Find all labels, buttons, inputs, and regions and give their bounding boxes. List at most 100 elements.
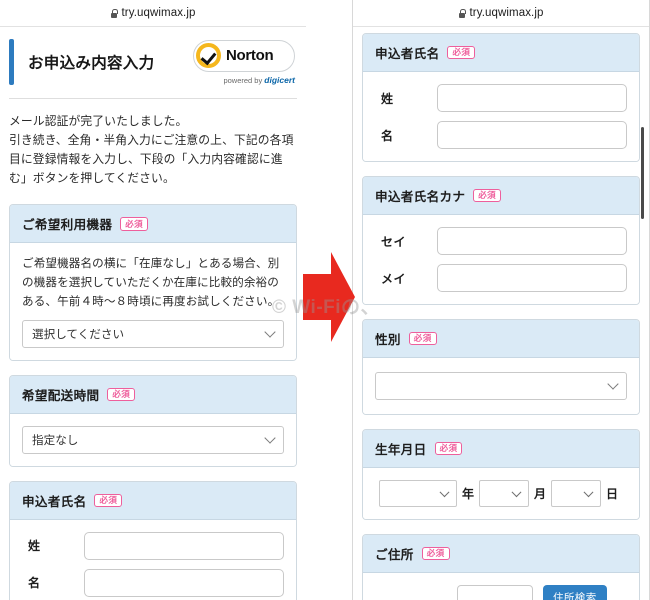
birth-day-unit: 日 (606, 487, 619, 501)
lock-icon (458, 8, 467, 18)
section-applicant-name-kana: 申込者氏名カナ 必須 セイ メイ (362, 176, 640, 305)
surname-kana-label: セイ (381, 234, 407, 249)
check-icon (196, 43, 221, 68)
birth-year-select[interactable] (379, 480, 457, 507)
right-arrow-icon (303, 252, 355, 342)
section-applicant-name-header: 申込者氏名 必須 (10, 481, 296, 520)
field-row: セイ (375, 227, 627, 255)
birth-month-unit: 月 (534, 487, 547, 501)
section-applicant-name-body: 姓 名 (10, 519, 296, 600)
section-applicant-name-label: 申込者氏名 (375, 47, 440, 61)
section-birthdate-body: 年 月 日 (363, 468, 639, 519)
address-search-button[interactable]: 住所検索 (543, 585, 607, 600)
section-applicant-name: 申込者氏名 必須 姓 名 (362, 33, 640, 162)
url-text: try.uqwimax.jp (121, 7, 196, 19)
required-badge: 必須 (447, 45, 476, 60)
section-delivery-time-body: 指定なし (10, 413, 296, 466)
givenname-kana-label: メイ (381, 271, 407, 286)
chevron-down-icon (607, 378, 619, 390)
powered-prefix: powered by (223, 75, 265, 85)
browser-url-bar-right[interactable]: try.uqwimax.jp (353, 0, 649, 27)
section-applicant-name-kana-header: 申込者氏名カナ 必須 (363, 177, 639, 215)
givenname-label: 名 (381, 128, 394, 143)
browser-url-bar-left[interactable]: try.uqwimax.jp (0, 0, 306, 27)
section-applicant-name-label: 申込者氏名 (22, 494, 87, 509)
page-content-left: お申込み内容入力 Norton powered by digicert メール認… (0, 27, 306, 600)
phone-screenshot-right: try.uqwimax.jp 申込者氏名 必須 姓 名 申込者氏名カナ 必須 セ… (352, 0, 650, 600)
title-accent-bar (9, 39, 14, 85)
required-badge: 必須 (473, 188, 502, 203)
surname-input[interactable] (437, 84, 627, 112)
digicert-wordmark: digicert (264, 74, 295, 85)
section-birthdate: 生年月日 必須 年 月 日 (362, 429, 640, 520)
intro-text: メール認証が完了いたしました。 引き続き、全角・半角入力にご注意の上、下記の各項… (9, 114, 294, 186)
section-device-label: ご希望利用機器 (22, 218, 113, 233)
field-row: 姓 (22, 531, 284, 560)
surname-label: 姓 (28, 539, 41, 554)
surname-kana-input[interactable] (437, 227, 627, 255)
birth-year-unit: 年 (462, 487, 475, 501)
postal-code-row: 郵便番号 住所検索 ※住所から郵便番号を調べる場合はこちら (375, 585, 627, 600)
section-gender-label: 性別 (375, 333, 401, 347)
chevron-down-icon (264, 326, 276, 338)
device-select[interactable]: 選択してください (22, 319, 284, 348)
postal-code-controls: 住所検索 ※住所から郵便番号を調べる場合はこちら (457, 585, 627, 600)
gender-select[interactable] (375, 372, 627, 400)
norton-seal: Norton powered by digicert (193, 39, 295, 85)
postal-code-label: 郵便番号 (375, 585, 457, 600)
field-row: 名 (22, 568, 284, 597)
field-row: 名 (375, 121, 627, 149)
section-applicant-name: 申込者氏名 必須 姓 名 (9, 480, 297, 600)
birth-day-select[interactable] (551, 480, 602, 507)
section-applicant-name-kana-label: 申込者氏名カナ (375, 190, 466, 204)
vertical-scrollbar[interactable] (641, 127, 644, 219)
phone-screenshot-left: try.uqwimax.jp お申込み内容入力 Norton powered b… (0, 0, 306, 600)
lock-icon (110, 8, 119, 18)
field-row: メイ (375, 264, 627, 292)
postal-code-input[interactable] (457, 585, 533, 600)
section-gender: 性別 必須 (362, 319, 640, 415)
givenname-input[interactable] (437, 121, 627, 149)
url-text: try.uqwimax.jp (469, 7, 544, 19)
section-birthdate-header: 生年月日 必須 (363, 430, 639, 468)
required-badge: 必須 (107, 387, 136, 402)
norton-seal-badge: Norton (193, 39, 295, 72)
birth-month-select[interactable] (479, 480, 530, 507)
device-select-value: 選択してください (32, 327, 125, 341)
chevron-down-icon (583, 486, 594, 497)
givenname-input[interactable] (84, 568, 284, 597)
section-device-note: ご希望機器名の横に「在庫なし」とある場合、別の機器を選択していただくか在庫に比較… (22, 257, 280, 308)
delivery-time-select-value: 指定なし (32, 433, 79, 447)
field-row: 姓 (375, 84, 627, 112)
required-badge: 必須 (421, 546, 450, 561)
norton-powered-by: powered by digicert (193, 75, 295, 85)
section-delivery-time-header: 希望配送時間 必須 (10, 375, 296, 414)
section-applicant-name-header: 申込者氏名 必須 (363, 34, 639, 72)
screenshot-root: try.uqwimax.jp お申込み内容入力 Norton powered b… (0, 0, 650, 600)
section-device: ご希望利用機器 必須 ご希望機器名の横に「在庫なし」とある場合、別の機器を選択し… (9, 204, 297, 361)
norton-wordmark: Norton (226, 47, 274, 64)
birthdate-row: 年 月 日 (375, 480, 627, 507)
page-header: お申込み内容入力 Norton powered by digicert (9, 27, 297, 96)
chevron-down-icon (439, 486, 450, 497)
page-content-right: 申込者氏名 必須 姓 名 申込者氏名カナ 必須 セイ メイ 性別 必須 生年月日… (353, 27, 649, 600)
chevron-down-icon (264, 432, 276, 444)
page-title: お申込み内容入力 (28, 55, 155, 72)
section-applicant-name-kana-body: セイ メイ (363, 215, 639, 304)
delivery-time-select[interactable]: 指定なし (22, 425, 284, 454)
section-birthdate-label: 生年月日 (375, 443, 427, 457)
required-badge: 必須 (120, 217, 149, 231)
section-delivery-time: 希望配送時間 必須 指定なし (9, 374, 297, 467)
section-delivery-time-label: 希望配送時間 (22, 388, 100, 403)
section-address-header: ご住所 必須 (363, 535, 639, 573)
section-device-body: ご希望機器名の横に「在庫なし」とある場合、別の機器を選択していただくか在庫に比較… (10, 243, 296, 360)
required-badge: 必須 (434, 441, 463, 456)
section-address-body: 郵便番号 住所検索 ※住所から郵便番号を調べる場合はこちら (363, 573, 639, 600)
givenname-label: 名 (28, 576, 41, 591)
section-gender-body (363, 358, 639, 414)
chevron-down-icon (511, 486, 522, 497)
required-badge: 必須 (94, 493, 123, 508)
givenname-kana-input[interactable] (437, 264, 627, 292)
surname-input[interactable] (84, 531, 284, 560)
postal-code-input-row: 住所検索 (457, 585, 627, 600)
